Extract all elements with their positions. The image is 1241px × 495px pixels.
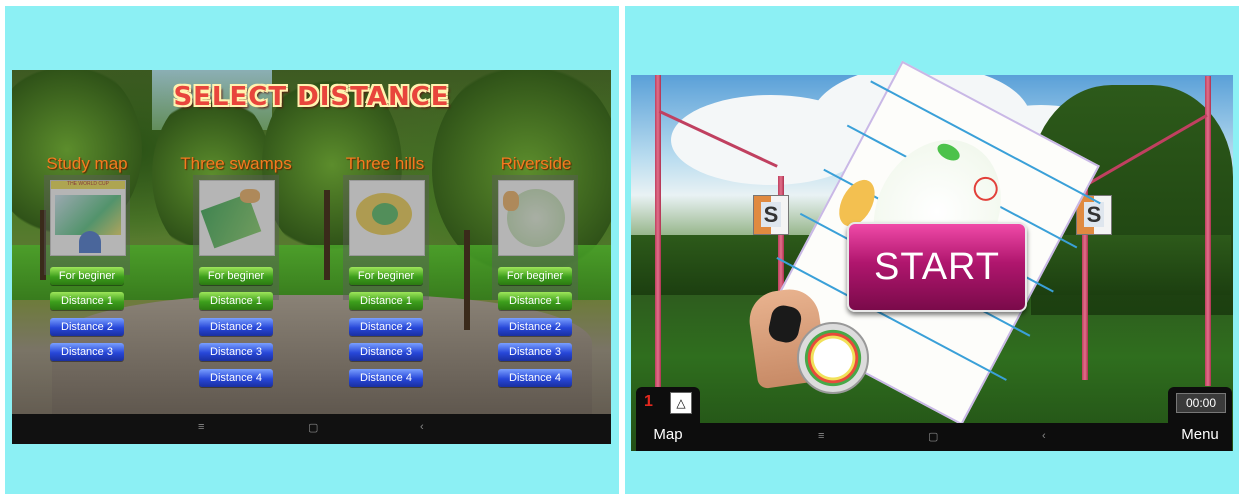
distance-2-button[interactable]: Distance 2: [498, 318, 572, 336]
menu-hud-button[interactable]: 00:00 Menu: [1168, 387, 1232, 451]
control-flag-letter: S: [1083, 202, 1105, 227]
map-label: Map: [653, 426, 683, 443]
control-number: 1: [644, 393, 653, 410]
button-backdrop: [44, 175, 130, 275]
map-hud-button[interactable]: 1 △ Map: [636, 387, 700, 451]
distance-3-button[interactable]: Distance 3: [498, 343, 572, 361]
control-flag: S: [753, 195, 789, 235]
column-title-riverside: Riverside: [500, 154, 572, 173]
timer-display: 00:00: [1176, 393, 1226, 413]
android-nav-bar: ≡ ▢ ‹: [700, 423, 1168, 451]
compass-icon: [797, 322, 869, 394]
distance-4-button[interactable]: Distance 4: [199, 369, 273, 387]
distance-4-button[interactable]: Distance 4: [498, 369, 572, 387]
gate-pole: [778, 176, 784, 296]
select-distance-screen: SELECT DISTANCE Study map THE WORLD CUP …: [12, 70, 611, 444]
column-title-three-hills: Three hills: [345, 154, 425, 173]
distance-1-button[interactable]: Distance 1: [349, 292, 423, 310]
home-icon[interactable]: ▢: [308, 421, 318, 434]
menu-label: Menu: [1181, 426, 1219, 443]
distance-3-button[interactable]: Distance 3: [50, 343, 124, 361]
distance-1-button[interactable]: Distance 1: [50, 292, 124, 310]
tree-trunk: [464, 230, 470, 330]
distance-2-button[interactable]: Distance 2: [349, 318, 423, 336]
distance-2-button[interactable]: Distance 2: [199, 318, 273, 336]
distance-1-button[interactable]: Distance 1: [199, 292, 273, 310]
home-icon[interactable]: ▢: [928, 430, 938, 443]
start-button[interactable]: START: [847, 222, 1027, 312]
page-title: SELECT DISTANCE: [173, 82, 450, 112]
recent-apps-icon[interactable]: ≡: [198, 421, 204, 433]
control-flag-letter: S: [760, 202, 782, 227]
recent-apps-icon[interactable]: ≡: [818, 430, 824, 442]
for-beginer-button[interactable]: For beginer: [498, 267, 572, 285]
gate-pole: [1205, 76, 1211, 386]
distance-3-button[interactable]: Distance 3: [199, 343, 273, 361]
compass-needle-icon: △: [670, 392, 692, 414]
column-title: Study map: [46, 154, 128, 173]
tree-trunk: [324, 190, 330, 280]
android-nav-bar: ≡ ▢ ‹: [12, 414, 611, 444]
distance-1-button[interactable]: Distance 1: [498, 292, 572, 310]
back-icon[interactable]: ‹: [1042, 430, 1046, 442]
for-beginer-button[interactable]: For beginer: [50, 267, 124, 285]
for-beginer-button[interactable]: For beginer: [349, 267, 423, 285]
distance-4-button[interactable]: Distance 4: [349, 369, 423, 387]
column-title-three-swamps: Three swamps: [180, 154, 292, 173]
back-icon[interactable]: ‹: [420, 421, 424, 433]
for-beginer-button[interactable]: For beginer: [199, 267, 273, 285]
distance-3-button[interactable]: Distance 3: [349, 343, 423, 361]
distance-2-button[interactable]: Distance 2: [50, 318, 124, 336]
gate-pole: [655, 75, 661, 390]
